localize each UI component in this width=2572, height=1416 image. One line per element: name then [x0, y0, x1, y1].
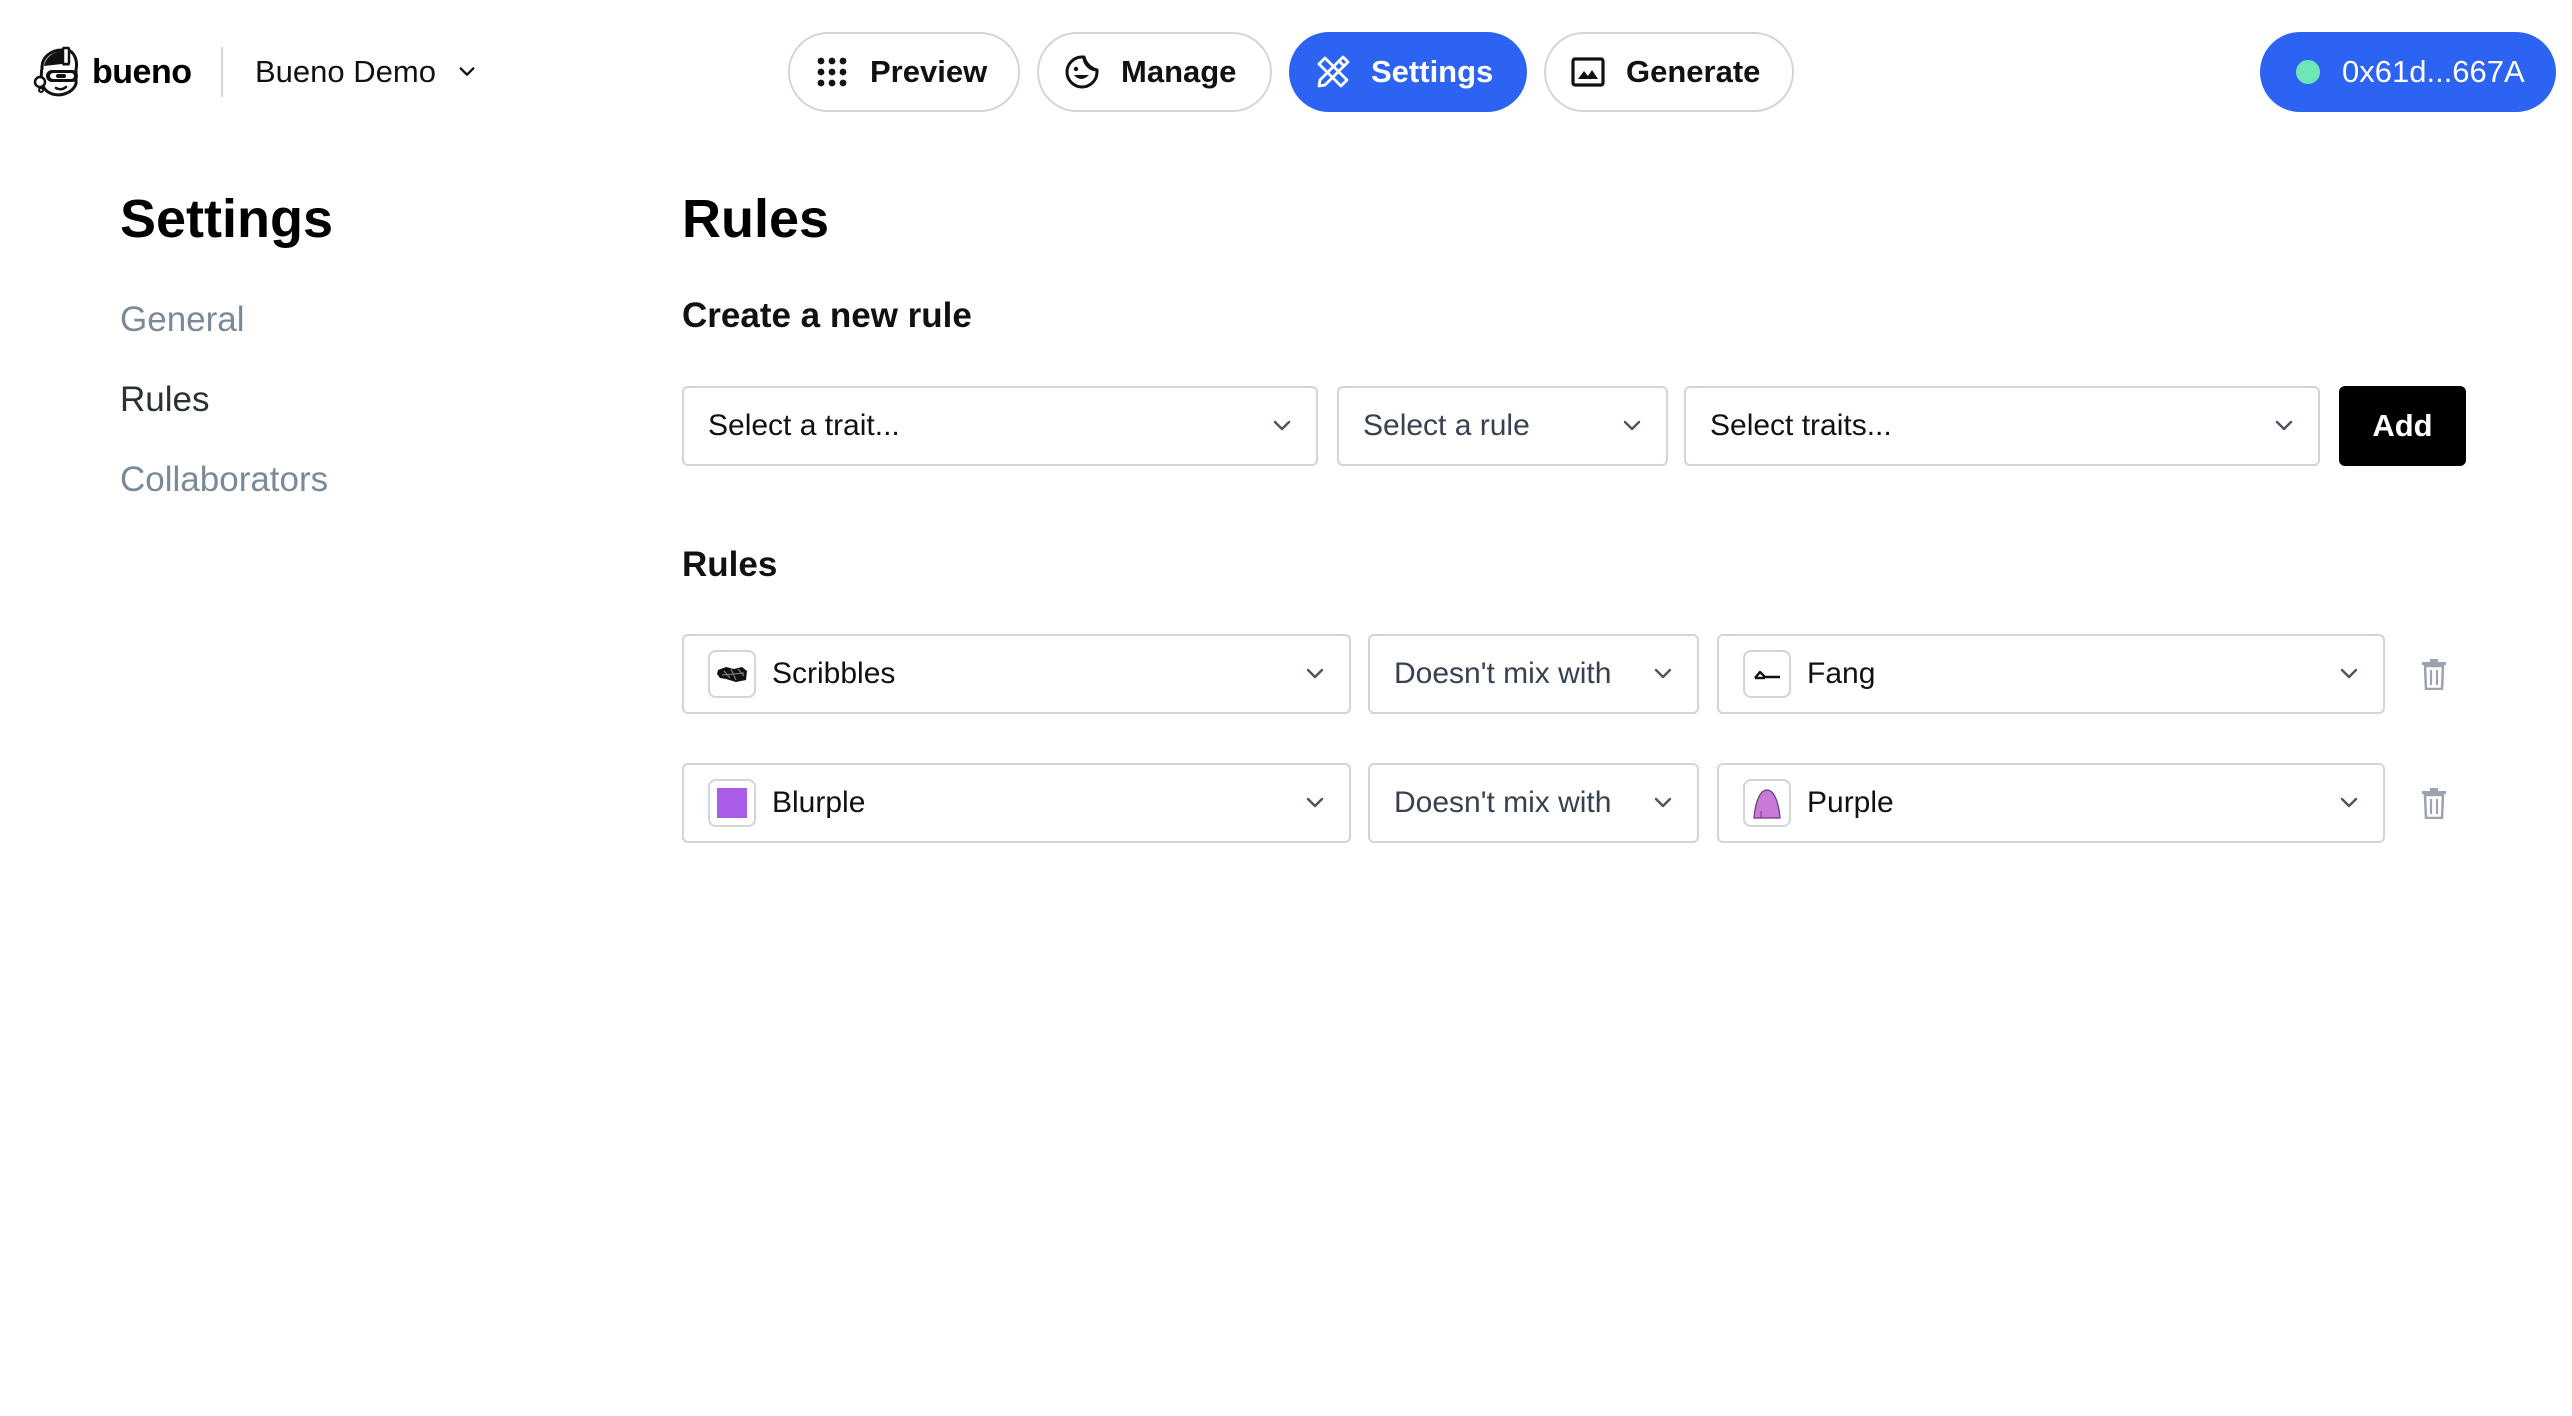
delete-rule-button[interactable] — [2414, 783, 2454, 823]
rule-trait-value: Blurple — [772, 786, 866, 819]
chevron-down-icon — [458, 63, 476, 81]
rule-target-value: Fang — [1807, 657, 1876, 690]
rule-type-select[interactable]: Doesn't mix with — [1368, 763, 1699, 843]
bueno-logo[interactable]: bueno — [28, 44, 192, 100]
rule-select-placeholder: Select a rule — [1363, 409, 1530, 442]
nav-settings-button[interactable]: Settings — [1289, 32, 1527, 112]
rule-select[interactable]: Select a rule — [1337, 386, 1668, 466]
chevron-down-icon — [1622, 416, 1642, 436]
image-icon — [1570, 53, 1606, 91]
sidebar-item-rules[interactable]: Rules — [120, 380, 209, 420]
sidebar-item-general[interactable]: General — [120, 300, 245, 340]
logo-text: bueno — [92, 52, 192, 91]
trait-select[interactable]: Select a trait... — [682, 386, 1318, 466]
page-title: Rules — [682, 189, 830, 249]
nav-manage-label: Manage — [1121, 54, 1237, 89]
chevron-down-icon — [1305, 793, 1325, 813]
grid-dots-icon — [814, 53, 850, 91]
project-switcher[interactable]: Bueno Demo — [255, 50, 476, 94]
blurple-swatch-icon — [708, 779, 756, 827]
create-rule-heading: Create a new rule — [682, 296, 972, 335]
wallet-status-dot — [2296, 60, 2320, 84]
sidebar-item-collaborators[interactable]: Collaborators — [120, 460, 328, 500]
rule-trait-select[interactable]: Blurple — [682, 763, 1351, 843]
trait-select-placeholder: Select a trait... — [708, 409, 900, 442]
chevron-down-icon — [1272, 416, 1292, 436]
sticker-smile-icon — [1063, 53, 1101, 91]
bueno-mascot-icon — [33, 46, 78, 97]
fang-thumbnail-icon — [1743, 650, 1791, 698]
add-rule-button[interactable]: Add — [2339, 386, 2466, 466]
ruler-pencil-icon — [1315, 53, 1351, 91]
header-divider — [221, 47, 223, 97]
nav-generate-label: Generate — [1626, 54, 1761, 89]
trash-icon — [2422, 788, 2446, 819]
traits-select-placeholder: Select traits... — [1710, 409, 1892, 442]
rule-target-value: Purple — [1807, 786, 1894, 819]
chevron-down-icon — [1305, 664, 1325, 684]
nav-generate-button[interactable]: Generate — [1544, 32, 1794, 112]
wallet-button[interactable]: 0x61d...667A — [2260, 32, 2556, 112]
rule-type-value: Doesn't mix with — [1394, 786, 1612, 819]
chevron-down-icon — [2274, 416, 2294, 436]
chevron-down-icon — [2339, 664, 2359, 684]
nav-preview-button[interactable]: Preview — [788, 32, 1020, 112]
rule-target-select[interactable]: Purple — [1717, 763, 2385, 843]
chevron-down-icon — [1653, 793, 1673, 813]
chevron-down-icon — [2339, 793, 2359, 813]
wallet-address: 0x61d...667A — [2342, 54, 2525, 89]
purple-hair-thumbnail-icon — [1743, 779, 1791, 827]
nav-settings-label: Settings — [1371, 54, 1494, 89]
project-name: Bueno Demo — [255, 54, 436, 89]
trash-icon — [2422, 659, 2446, 690]
scribbles-thumbnail-icon — [708, 650, 756, 698]
sidebar-title: Settings — [120, 189, 334, 249]
chevron-down-icon — [1653, 664, 1673, 684]
main-nav: Preview Manage Settings Generate — [788, 32, 1794, 112]
rule-trait-select[interactable]: Scribbles — [682, 634, 1351, 714]
rule-target-select[interactable]: Fang — [1717, 634, 2385, 714]
rule-type-select[interactable]: Doesn't mix with — [1368, 634, 1699, 714]
traits-multiselect[interactable]: Select traits... — [1684, 386, 2320, 466]
nav-manage-button[interactable]: Manage — [1037, 32, 1272, 112]
delete-rule-button[interactable] — [2414, 654, 2454, 694]
nav-preview-label: Preview — [870, 54, 988, 89]
rules-list-heading: Rules — [682, 545, 778, 584]
rule-trait-value: Scribbles — [772, 657, 896, 690]
rule-type-value: Doesn't mix with — [1394, 657, 1612, 690]
